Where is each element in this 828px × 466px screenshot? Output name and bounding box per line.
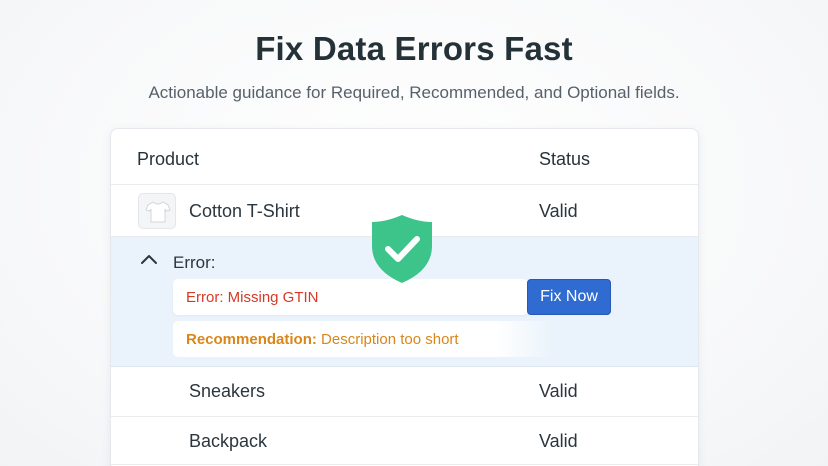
table-header: Product Status — [111, 129, 698, 185]
table-row[interactable]: Backpack Valid — [111, 417, 698, 465]
recommendation-message: Recommendation: Description too short — [186, 331, 459, 348]
recommendation-text: Description too short — [316, 331, 459, 348]
page-subtitle: Actionable guidance for Required, Recomm… — [148, 83, 680, 102]
recommendation-box: Recommendation: Description too short — [173, 321, 553, 357]
status-value: Valid — [539, 381, 578, 401]
chevron-up-icon[interactable] — [139, 251, 159, 269]
recommendation-label: Recommendation: — [186, 331, 317, 348]
error-message-box: Error: Missing GTIN — [173, 279, 528, 315]
product-name: Backpack — [189, 431, 268, 451]
page-title: Fix Data Errors Fast — [255, 30, 573, 67]
page: Fix Data Errors Fast Actionable guidance… — [0, 0, 828, 466]
status-value: Valid — [539, 201, 578, 221]
status-value: Valid — [539, 431, 578, 451]
column-header-status: Status — [539, 149, 591, 169]
product-name: Cotton T-Shirt — [189, 201, 300, 221]
error-heading: Error: — [173, 253, 216, 272]
product-name: Sneakers — [189, 381, 266, 401]
tshirt-icon — [138, 193, 176, 229]
products-table-card: Product Status Cotton T-Shirt Valid Erro… — [110, 128, 699, 466]
column-header-product: Product — [137, 149, 200, 169]
fix-now-button[interactable]: Fix Now — [527, 279, 611, 315]
shield-check-icon — [368, 212, 436, 286]
table-row[interactable]: Sneakers Valid — [111, 367, 698, 417]
error-message: Error: Missing GTIN — [186, 289, 319, 306]
